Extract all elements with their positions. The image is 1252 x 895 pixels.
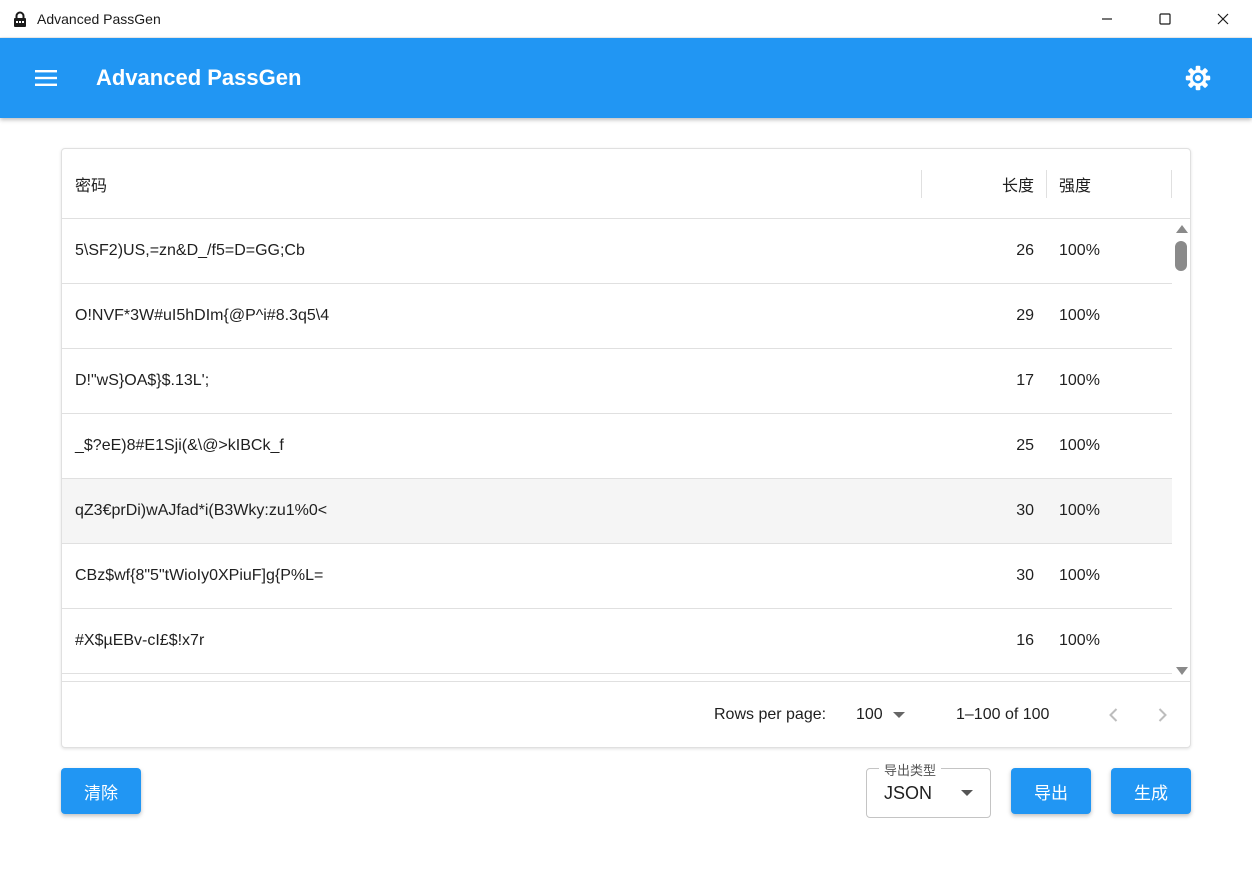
password-cell: O!NVF*3W#uI5hDIm{@P^i#8.3q5\4	[75, 307, 330, 324]
strength-cell: 100%	[1059, 567, 1100, 584]
rows-per-page-select[interactable]: 100	[856, 682, 905, 747]
table-body: 5\SF2)US,=zn&D_/f5=D=GG;Cb 26 100% O!NVF…	[62, 219, 1172, 681]
app-title: Advanced PassGen	[96, 65, 302, 90]
table-row[interactable]: _$?eE)8#E1Sji(&\@>kIBCk_f 25 100%	[62, 414, 1172, 479]
column-separator[interactable]	[1046, 170, 1047, 198]
maximize-button[interactable]	[1136, 0, 1194, 38]
column-header-strength[interactable]: 强度	[1059, 149, 1091, 219]
rows-per-page-label: Rows per page:	[714, 706, 827, 723]
password-table: 密码 长度 强度 5\SF2)US,=zn&D_/f5=D=GG;Cb 26 1…	[61, 148, 1191, 748]
length-cell: 16	[1016, 632, 1034, 649]
table-row[interactable]: 5\SF2)US,=zn&D_/f5=D=GG;Cb 26 100%	[62, 219, 1172, 284]
close-icon	[1217, 13, 1229, 25]
menu-button[interactable]	[24, 56, 68, 100]
menu-icon	[35, 70, 57, 86]
length-cell: 25	[1016, 437, 1034, 454]
column-header-password[interactable]: 密码	[75, 149, 107, 219]
table-row-hovered[interactable]: qZ3€prDi)wAJfad*i(B3Wky:zu1%0< 30 100%	[62, 479, 1172, 544]
length-cell: 30	[1016, 502, 1034, 519]
length-cell: 26	[1016, 242, 1034, 259]
next-page-button[interactable]	[1150, 703, 1174, 727]
minimize-button[interactable]	[1078, 0, 1136, 38]
table-row[interactable]: D!"wS}OA$}$.13L'; 17 100%	[62, 349, 1172, 414]
export-type-value: JSON	[884, 782, 933, 803]
scrollbar-thumb[interactable]	[1175, 241, 1187, 271]
table-row[interactable]: O!NVF*3W#uI5hDIm{@P^i#8.3q5\4 29 100%	[62, 284, 1172, 349]
export-type-select[interactable]: 导出类型 JSON	[866, 760, 991, 818]
strength-cell: 100%	[1059, 307, 1100, 324]
chevron-right-icon	[1158, 708, 1167, 722]
password-cell: CBz$wf{8"5"tWioIy0XPiuF]g{P%L=	[75, 567, 324, 584]
strength-cell: 100%	[1059, 502, 1100, 519]
pagination-range: 1–100 of 100	[956, 706, 1050, 723]
table-row[interactable]	[62, 674, 1172, 681]
gear-icon	[1185, 65, 1211, 91]
window-titlebar: Advanced PassGen	[0, 0, 1252, 38]
strength-cell: 100%	[1059, 242, 1100, 259]
length-cell: 17	[1016, 372, 1034, 389]
strength-cell: 100%	[1059, 632, 1100, 649]
length-cell: 30	[1016, 567, 1034, 584]
maximize-icon	[1159, 13, 1171, 25]
table-header: 密码 长度 强度	[62, 149, 1190, 219]
previous-page-button[interactable]	[1102, 703, 1126, 727]
length-cell: 29	[1016, 307, 1034, 324]
password-cell: 5\SF2)US,=zn&D_/f5=D=GG;Cb	[75, 242, 305, 259]
password-cell: _$?eE)8#E1Sji(&\@>kIBCk_f	[75, 437, 284, 454]
table-pagination: Rows per page: 100 1–100 of 100	[62, 681, 1190, 747]
generate-button[interactable]: 生成	[1111, 768, 1191, 814]
strength-cell: 100%	[1059, 437, 1100, 454]
app-bar: Advanced PassGen	[0, 38, 1252, 118]
table-row[interactable]: #X$µEBv-cI£$!x7r 16 100%	[62, 609, 1172, 674]
scroll-down-arrow-icon[interactable]	[1176, 667, 1188, 675]
table-row[interactable]: CBz$wf{8"5"tWioIy0XPiuF]g{P%L= 30 100%	[62, 544, 1172, 609]
dropdown-arrow-icon	[892, 712, 905, 718]
rows-per-page-value: 100	[856, 706, 883, 723]
chevron-left-icon	[1109, 708, 1118, 722]
password-cell: qZ3€prDi)wAJfad*i(B3Wky:zu1%0<	[75, 502, 328, 519]
export-button[interactable]: 导出	[1011, 768, 1091, 814]
password-cell: #X$µEBv-cI£$!x7r	[75, 632, 205, 649]
settings-button[interactable]	[1180, 60, 1216, 96]
length-cell	[922, 674, 1034, 681]
clear-button[interactable]: 清除	[61, 768, 141, 814]
minimize-icon	[1102, 18, 1112, 20]
strength-cell: 100%	[1059, 372, 1100, 389]
close-button[interactable]	[1194, 0, 1252, 38]
dropdown-arrow-icon	[961, 790, 973, 796]
scroll-up-arrow-icon[interactable]	[1176, 225, 1188, 233]
column-header-length[interactable]: 长度	[922, 149, 1034, 219]
password-cell: D!"wS}OA$}$.13L';	[75, 372, 210, 389]
table-scrollbar[interactable]	[1172, 219, 1190, 681]
column-separator[interactable]	[1171, 170, 1172, 198]
window-title: Advanced PassGen	[37, 10, 161, 27]
lock-icon	[14, 11, 26, 27]
